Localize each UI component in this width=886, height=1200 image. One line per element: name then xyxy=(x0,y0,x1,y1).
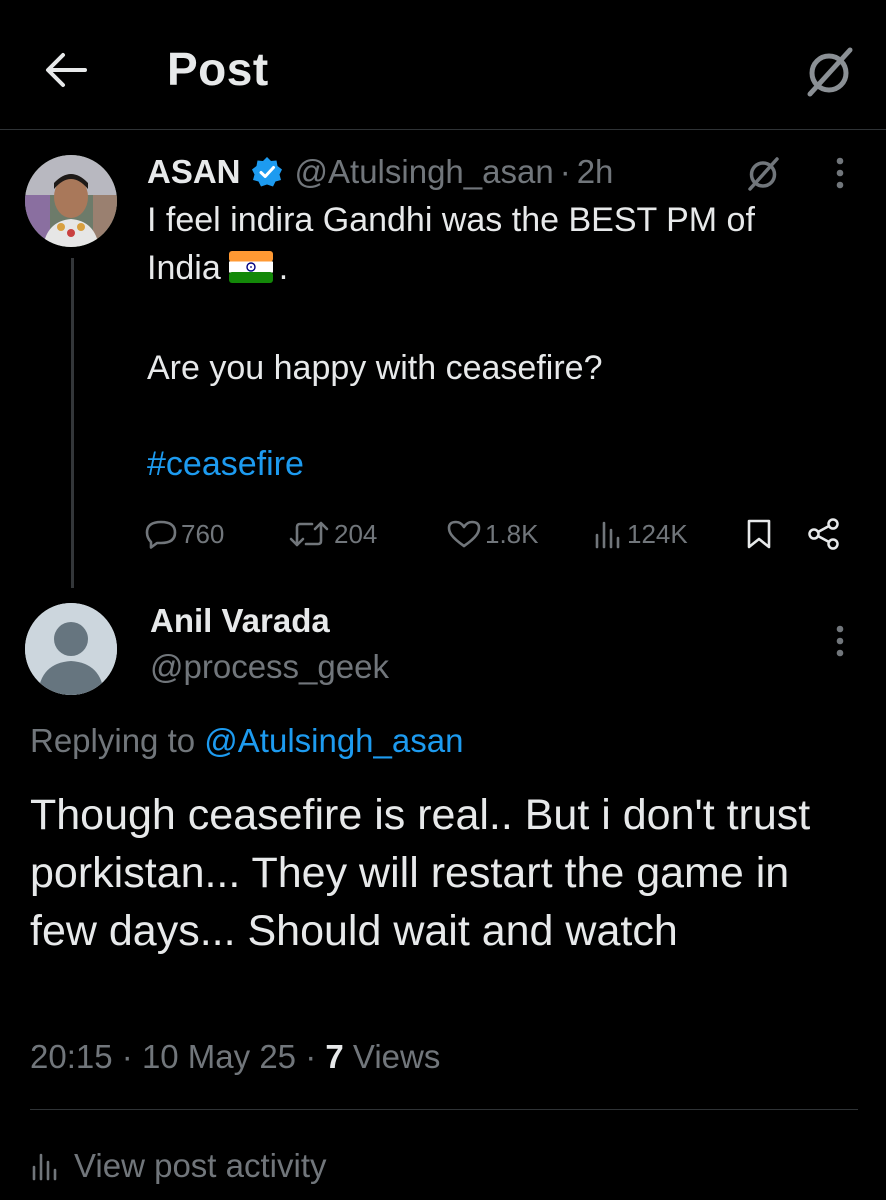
separator-dot: · xyxy=(121,1038,133,1075)
like-button[interactable]: 1.8K xyxy=(447,512,539,556)
back-button[interactable] xyxy=(38,42,94,98)
arrow-left-icon xyxy=(46,53,87,87)
share-button[interactable] xyxy=(807,512,845,556)
post-text-line: Are you happy with ceasefire? xyxy=(147,349,603,387)
bookmark-button[interactable] xyxy=(745,512,777,556)
author-handle[interactable]: @Atulsingh_asan xyxy=(295,153,554,191)
post-text: I feel indira Gandhi was the BEST PM of … xyxy=(147,196,847,488)
avatar[interactable] xyxy=(25,603,117,695)
reply-text: Though ceasefire is real.. But i don't t… xyxy=(30,791,811,955)
replying-to-label: Replying to xyxy=(30,722,196,759)
author-name[interactable]: Anil Varada xyxy=(150,602,330,640)
views-count: 7 xyxy=(325,1038,344,1075)
separator-dot: · xyxy=(559,153,571,190)
share-icon xyxy=(808,518,839,550)
india-flag-icon xyxy=(228,248,273,296)
post-time[interactable]: 2h xyxy=(577,153,614,191)
more-vertical-icon xyxy=(836,625,844,657)
post-date: 10 May 25 xyxy=(141,1038,297,1075)
grok-icon xyxy=(748,157,779,191)
post-text-line: I feel indira Gandhi was the BEST PM of xyxy=(147,201,755,239)
heart-icon xyxy=(447,520,481,548)
repost-button[interactable]: 204 xyxy=(288,512,377,556)
view-post-activity-button[interactable]: View post activity xyxy=(30,1142,327,1190)
more-options-button[interactable] xyxy=(822,618,858,664)
post-time: 20:15 xyxy=(30,1038,113,1075)
view-post-activity-label: View post activity xyxy=(74,1147,327,1184)
post-text-fragment: . xyxy=(278,249,289,287)
grok-explain-button[interactable] xyxy=(742,152,784,194)
post-meta: 20:15 · 10 May 25 · 7 Views xyxy=(30,1038,440,1076)
bookmark-icon xyxy=(747,519,771,549)
top-bar: Post xyxy=(0,0,886,130)
post-text-line: India. xyxy=(147,244,847,296)
reply-icon xyxy=(145,520,177,549)
analytics-icon xyxy=(595,521,620,549)
repost-count: 204 xyxy=(334,518,378,549)
more-options-button[interactable] xyxy=(822,150,858,196)
mention-link[interactable]: @Atulsingh_asan xyxy=(204,722,463,759)
replying-to: Replying to @Atulsingh_asan xyxy=(30,722,463,760)
repost-icon xyxy=(289,521,329,547)
post-text-fragment: India xyxy=(147,249,221,287)
author-name[interactable]: ASAN xyxy=(147,153,241,191)
separator-dot: · xyxy=(305,1038,317,1075)
thread-line xyxy=(71,258,74,588)
grok-button[interactable] xyxy=(800,42,858,100)
views-label: Views xyxy=(352,1038,441,1075)
analytics-icon xyxy=(32,1153,57,1181)
views-count: 124K xyxy=(627,518,688,549)
avatar-photo xyxy=(25,155,117,247)
hashtag-link[interactable]: #ceasefire xyxy=(147,445,304,483)
avatar[interactable] xyxy=(25,155,117,247)
reply-button[interactable]: 760 xyxy=(145,512,224,556)
reply-count: 760 xyxy=(181,518,225,549)
grok-icon xyxy=(807,47,853,97)
author-handle[interactable]: @process_geek xyxy=(150,648,389,686)
post-header: ASAN @Atulsingh_asan · 2h xyxy=(147,150,613,194)
page-title: Post xyxy=(167,43,269,95)
default-avatar-icon xyxy=(25,603,117,695)
post-actions: 760 204 1.8K 124K xyxy=(145,512,845,556)
like-count: 1.8K xyxy=(485,518,539,549)
divider xyxy=(30,1109,858,1110)
views-button[interactable]: 124K xyxy=(593,512,688,556)
more-vertical-icon xyxy=(836,157,844,189)
verified-badge-icon[interactable] xyxy=(251,156,283,188)
